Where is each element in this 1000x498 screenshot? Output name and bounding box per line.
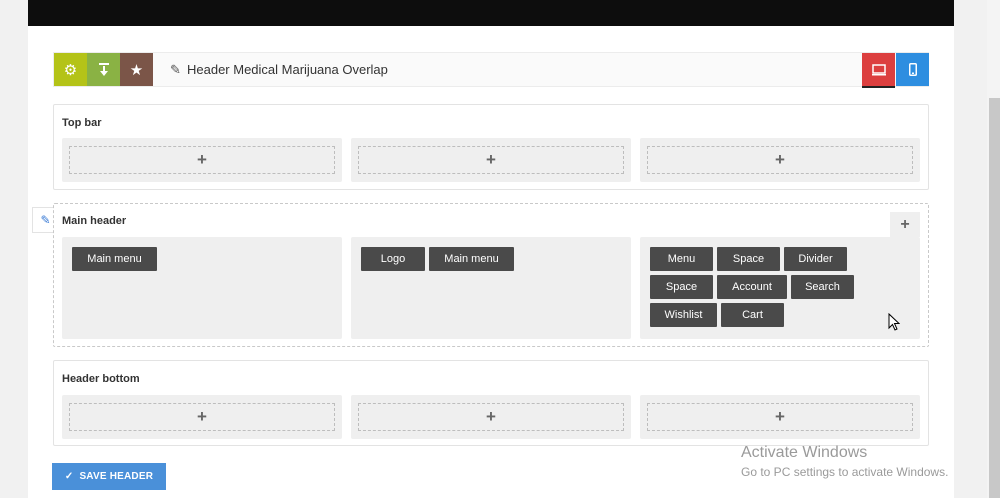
element-main-menu[interactable]: Main menu: [429, 247, 514, 271]
download-icon: [98, 62, 109, 76]
check-icon: ✓: [64, 471, 74, 482]
element-divider[interactable]: Divider: [784, 247, 847, 271]
element-space[interactable]: Space: [717, 247, 780, 271]
gear-icon: ⚙: [63, 61, 78, 79]
pencil-icon: ✎: [40, 213, 51, 227]
activate-windows-title: Activate Windows: [741, 444, 868, 461]
favorite-button[interactable]: ★: [120, 53, 153, 86]
element-account[interactable]: Account: [717, 275, 787, 299]
mobile-icon: [908, 63, 917, 76]
add-element-button[interactable]: +: [358, 403, 624, 431]
element-main-menu[interactable]: Main menu: [72, 247, 157, 271]
column-center: +: [351, 395, 631, 439]
column-left: Main menu: [62, 237, 342, 339]
column-center: Logo Main menu: [351, 237, 631, 339]
column-left: +: [62, 395, 342, 439]
add-element-button[interactable]: +: [647, 146, 913, 174]
top-black-bar: [28, 0, 954, 26]
desktop-view-button[interactable]: [862, 53, 895, 88]
section-main-header: Main header Main menu Logo Main menu Men…: [53, 203, 929, 347]
element-wishlist[interactable]: Wishlist: [650, 303, 717, 327]
element-space[interactable]: Space: [650, 275, 713, 299]
activate-windows-subtitle: Go to PC settings to activate Windows.: [741, 465, 949, 479]
column-right: +: [640, 138, 920, 182]
add-element-button[interactable]: +: [647, 403, 913, 431]
settings-button[interactable]: ⚙: [54, 53, 87, 86]
add-element-button[interactable]: +: [69, 403, 335, 431]
section-header-bottom: Header bottom + + +: [53, 360, 929, 446]
section-label: Header bottom: [62, 373, 140, 385]
mobile-view-button[interactable]: [896, 53, 929, 86]
section-label: Main header: [62, 215, 127, 227]
column-right: Menu Space Divider Space Account Search …: [640, 237, 920, 339]
scrollbar-thumb[interactable]: [989, 98, 1000, 498]
add-element-button[interactable]: +: [358, 146, 624, 174]
header-title[interactable]: Header Medical Marijuana Overlap: [187, 62, 388, 77]
element-menu[interactable]: Menu: [650, 247, 713, 271]
save-header-label: SAVE HEADER: [79, 471, 154, 482]
column-center: +: [351, 138, 631, 182]
column-left: +: [62, 138, 342, 182]
section-top-bar: Top bar + + +: [53, 104, 929, 190]
header-builder-toolbar: ⚙ ★ ✎ Header Medical Marijuana Overlap: [53, 52, 929, 88]
add-element-button[interactable]: +: [69, 146, 335, 174]
pencil-icon[interactable]: ✎: [170, 62, 181, 78]
desktop-icon: [871, 63, 886, 75]
add-column-button[interactable]: +: [890, 212, 920, 237]
element-cart[interactable]: Cart: [721, 303, 784, 327]
mouse-cursor-icon: [888, 313, 900, 331]
star-icon: ★: [129, 61, 144, 79]
import-button[interactable]: [87, 53, 120, 86]
element-search[interactable]: Search: [791, 275, 854, 299]
section-label: Top bar: [62, 117, 102, 129]
column-right: +: [640, 395, 920, 439]
element-logo[interactable]: Logo: [361, 247, 425, 271]
save-header-button[interactable]: ✓ SAVE HEADER: [52, 463, 166, 490]
